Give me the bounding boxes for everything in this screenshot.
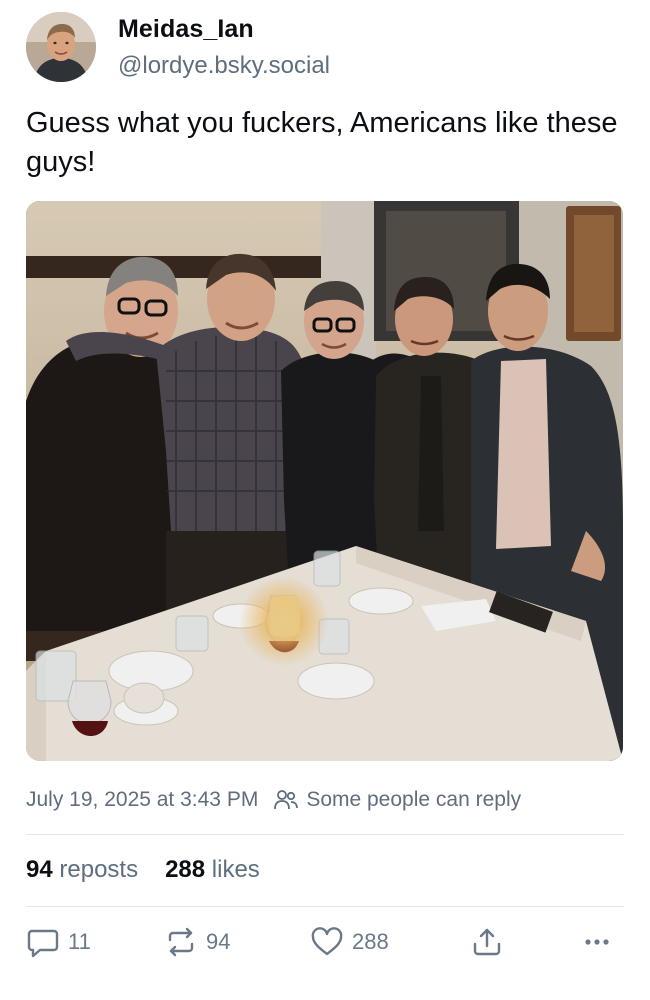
- repost-icon: [168, 927, 194, 957]
- more-dots-icon: [585, 939, 609, 945]
- likes-count: 288: [165, 856, 206, 883]
- reposts-label: reposts: [59, 856, 139, 883]
- author-handle[interactable]: @lordye.bsky.social: [118, 52, 330, 80]
- heart-icon: [311, 927, 343, 956]
- share-button[interactable]: [470, 926, 504, 958]
- reply-setting-label: Some people can reply: [306, 788, 522, 811]
- more-options-button[interactable]: [580, 926, 614, 958]
- author-avatar[interactable]: [26, 12, 96, 82]
- repost-button[interactable]: 94: [164, 926, 230, 958]
- likes-label: likes: [211, 856, 260, 883]
- post-thread-view: Meidas_Ian @lordye.bsky.social Guess wha…: [0, 0, 650, 1000]
- reply-icon: [27, 929, 59, 958]
- post-image[interactable]: [26, 201, 623, 761]
- reposts-stat[interactable]: 94 reposts: [26, 856, 138, 884]
- author-display-name[interactable]: Meidas_Ian: [118, 15, 254, 44]
- post-actions-bar: 11 94 288: [26, 926, 626, 966]
- reply-button[interactable]: 11: [26, 926, 91, 958]
- like-button[interactable]: 288: [310, 926, 389, 958]
- photo-of-five-men-at-dinner-table-icon: [26, 201, 623, 761]
- divider: [26, 906, 624, 907]
- like-count: 288: [352, 929, 389, 954]
- share-icon: [473, 928, 501, 956]
- repost-count: 94: [206, 929, 231, 954]
- reposts-count: 94: [26, 856, 53, 883]
- post-meta-row: July 19, 2025 at 3:43 PM Some people can…: [26, 788, 521, 812]
- reply-count: 11: [68, 929, 91, 954]
- people-icon: [274, 790, 299, 810]
- post-timestamp[interactable]: July 19, 2025 at 3:43 PM: [26, 788, 258, 812]
- divider: [26, 834, 624, 835]
- post-stats: 94 reposts 288 likes: [26, 856, 287, 884]
- user-avatar-icon: [26, 12, 96, 82]
- likes-stat[interactable]: 288 likes: [165, 856, 260, 884]
- post-text: Guess what you fuckers, Americans like t…: [26, 107, 618, 178]
- reply-setting[interactable]: Some people can reply: [274, 788, 521, 812]
